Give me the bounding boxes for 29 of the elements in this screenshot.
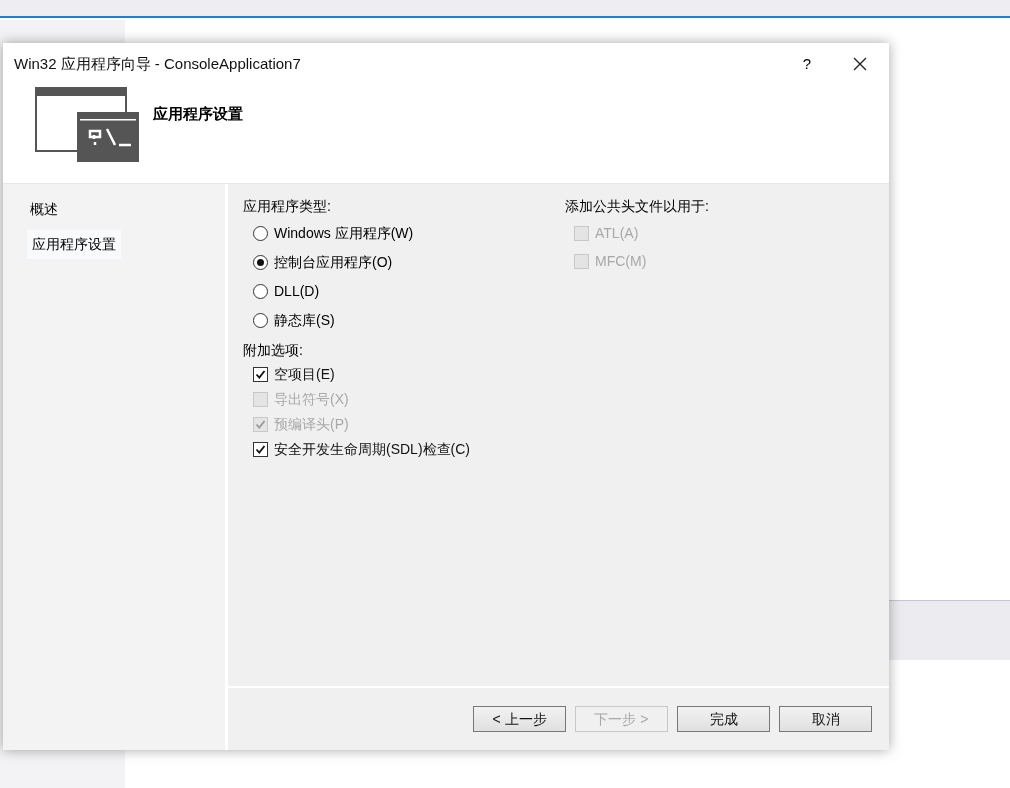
- option-label: DLL(D): [274, 281, 320, 301]
- nav-item[interactable]: 应用程序设置: [27, 230, 121, 259]
- dialog-button[interactable]: < 上一步: [473, 706, 566, 732]
- checkbox[interactable]: [253, 367, 268, 382]
- option-label: Windows 应用程序(W): [274, 223, 414, 243]
- group-label: 应用程序类型:: [243, 197, 332, 216]
- group-label: 添加公共头文件以用于:: [565, 197, 709, 216]
- option-label: ATL(A): [595, 224, 639, 243]
- group-label: 附加选项:: [243, 341, 304, 360]
- radio-button[interactable]: [253, 254, 268, 270]
- close-icon[interactable]: [853, 57, 867, 71]
- radio-button[interactable]: [253, 312, 268, 328]
- option-label: 空项目(E): [274, 365, 335, 384]
- dialog-button[interactable]: 取消: [779, 706, 872, 732]
- option-label: 控制台应用程序(O): [274, 252, 393, 272]
- option-label: 安全开发生命周期(SDL)检查(C): [274, 440, 470, 459]
- help-button[interactable]: ?: [802, 52, 811, 76]
- checkbox[interactable]: [253, 442, 268, 457]
- option-label: 预编译头(P): [274, 415, 349, 434]
- page-heading: 应用程序设置: [153, 104, 243, 124]
- window-title: Win32 应用程序向导 - ConsoleApplication7: [14, 53, 301, 74]
- radio-button[interactable]: [253, 225, 268, 241]
- option-label: MFC(M): [595, 252, 647, 271]
- dialog-button[interactable]: 完成: [677, 706, 770, 732]
- nav-item[interactable]: 概述: [27, 197, 61, 222]
- radio-button[interactable]: [253, 283, 268, 299]
- console-window-icon: [35, 87, 141, 163]
- option-label: 导出符号(X): [274, 390, 349, 409]
- option-label: 静态库(S): [274, 310, 335, 330]
